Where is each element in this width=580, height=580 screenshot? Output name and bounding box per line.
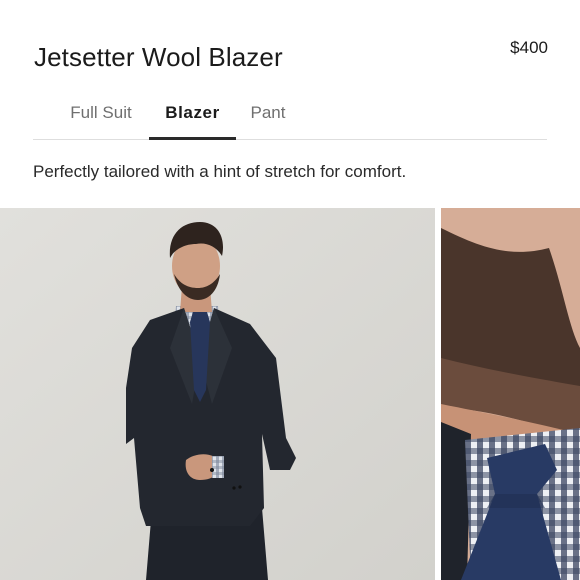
product-gallery: [0, 208, 580, 580]
product-description: Perfectly tailored with a hint of stretc…: [33, 162, 407, 181]
variant-tabs: Full Suit Blazer Pant: [33, 92, 547, 140]
product-page: Jetsetter Wool Blazer $400 Full Suit Bla…: [0, 0, 580, 580]
tab-pant[interactable]: Pant: [236, 102, 300, 140]
closeup-beard-tie-photo[interactable]: [441, 208, 580, 580]
model-full-blazer-photo[interactable]: [0, 208, 435, 580]
tab-blazer[interactable]: Blazer: [149, 102, 236, 140]
product-price: $400: [510, 38, 548, 57]
product-header: Jetsetter Wool Blazer $400: [34, 0, 548, 90]
product-title: Jetsetter Wool Blazer: [34, 42, 283, 72]
